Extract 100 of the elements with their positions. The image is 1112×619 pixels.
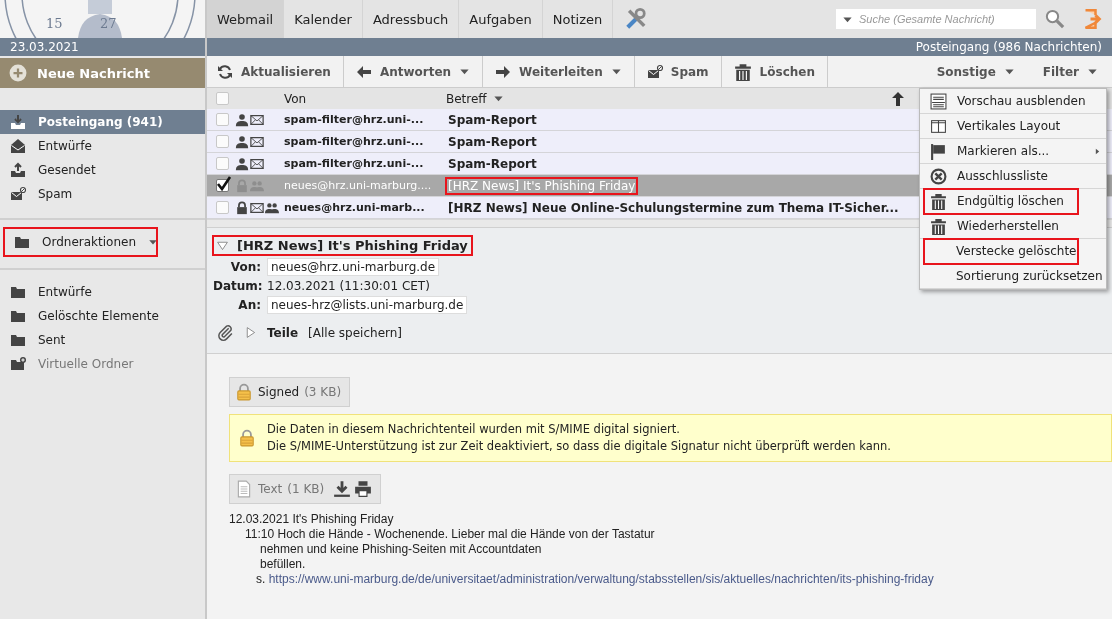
seal-number: 15 <box>46 16 63 31</box>
caret-icon <box>148 237 158 247</box>
folder-icon <box>10 332 26 348</box>
folder-actions-menu[interactable]: Ordneraktionen <box>4 228 157 256</box>
menu-item[interactable]: Endgültig löschen <box>924 189 1078 214</box>
text-part-header[interactable]: Text (1 KB) <box>229 474 382 504</box>
toolbar-button[interactable]: Weiterleiten <box>483 56 635 87</box>
refresh-icon <box>217 63 233 80</box>
sort-arrow-icon[interactable] <box>890 90 906 107</box>
parts-label: Teile <box>267 325 299 340</box>
body-text: 12.03.2021 It's Phishing Friday <box>229 512 395 527</box>
sender-text: spam-filter@hrz.uni-... <box>284 113 425 126</box>
folder-item[interactable]: Spam <box>0 182 205 206</box>
menu-item[interactable]: Vorschau ausblenden <box>920 89 1106 114</box>
search-field[interactable]: Suche (Gesamte Nachricht) <box>836 9 1036 29</box>
checkbox[interactable] <box>216 113 229 126</box>
signed-part-header[interactable]: Signed (3 KB) <box>229 377 351 407</box>
menu-item[interactable]: Verstecke gelöschte <box>924 239 1078 264</box>
sender-text: neues@hrz.uni-marburg.... <box>284 179 433 192</box>
body-text: 11:10 Hoch die Hände - Wochenende. Lieber mal die Hände von der Tastatur <box>244 527 656 542</box>
trash-icon <box>930 192 947 210</box>
triangle-icon[interactable] <box>216 239 229 252</box>
envelope-blocked-icon <box>646 63 663 80</box>
address-chip[interactable]: neues@hrz.uni-marburg.de <box>267 258 440 276</box>
download-icon[interactable] <box>333 480 352 498</box>
toolbar-button[interactable]: Aktualisieren <box>207 56 344 87</box>
search-icon[interactable] <box>1045 9 1065 29</box>
open-envelope-icon <box>10 138 26 154</box>
url-link[interactable]: https://www.uni-marburg.de/de/universitaet/administration/verwaltung/stabsstellen/sis/aktuelles/nachrichten/its-phishing-friday <box>268 572 934 586</box>
folder-plus-icon <box>10 356 26 372</box>
plus-icon <box>9 64 27 82</box>
menu-item[interactable]: Sortierung zurücksetzen <box>920 264 1106 289</box>
folder-item[interactable]: Posteingang (941) <box>0 110 205 134</box>
folder-item[interactable]: Gelöschte Elemente <box>0 304 205 328</box>
subject-text: Spam-Report <box>447 155 538 172</box>
trash-icon <box>930 217 947 235</box>
toolbar-button[interactable]: Spam <box>634 56 722 87</box>
submenu-arrow-icon <box>1093 147 1102 156</box>
field-label: Von: <box>229 260 261 274</box>
logout-icon[interactable] <box>1083 9 1103 29</box>
folder-item[interactable]: Entwürfe <box>0 134 205 158</box>
column-header[interactable]: Betreff <box>446 91 487 106</box>
document-icon <box>235 480 253 498</box>
menu-item[interactable]: Ausschlussliste <box>920 164 1106 189</box>
sender-text: neues@hrz.uni-marb... <box>284 201 426 214</box>
folder-item[interactable]: Sent <box>0 328 205 352</box>
mailbox-status: Posteingang (986 Nachrichten) <box>207 38 1112 56</box>
checkbox[interactable] <box>216 135 229 148</box>
toolbar-button[interactable]: Antworten <box>343 56 484 87</box>
checkbox[interactable] <box>216 201 229 214</box>
date-label: 23.03.2021 <box>0 38 205 56</box>
paperclip-icon <box>217 324 234 341</box>
column-header[interactable]: Von <box>284 91 307 106</box>
notice-text: Die Daten in diesem Nachrichtenteil wurden mit S/MIME digital signiert. <box>267 421 681 438</box>
notice-text: Die S/MIME-Unterstützung ist zur Zeit deaktiviert, so dass die digitale Signatur nicht überprüft werden kann. <box>267 438 891 455</box>
checkbox[interactable] <box>216 157 229 170</box>
printer-icon[interactable] <box>354 480 373 498</box>
preview-pane-icon <box>930 92 947 110</box>
body-text: s. <box>256 572 266 586</box>
subject-text: Spam-Report <box>447 111 538 128</box>
seal-number: 27 <box>100 16 117 31</box>
field-value: 12.03.2021 (11:30:01 CET) <box>267 279 430 293</box>
folder-item[interactable]: Gesendet <box>0 158 205 182</box>
subject-text: [HRZ News] Neue Online-Schulungstermine zum Thema IT-Sicher... <box>447 199 900 216</box>
caret-icon <box>1003 66 1015 77</box>
toolbar-button[interactable]: Sonstige <box>922 56 1029 87</box>
caret-icon <box>492 93 504 104</box>
triangle-icon[interactable] <box>244 326 257 339</box>
folder-icon <box>10 308 26 324</box>
columns-icon <box>930 117 947 135</box>
message-subject: [HRZ News] It's Phishing Friday <box>213 236 472 255</box>
toolbar-button[interactable]: Filter <box>1028 56 1112 87</box>
caret-icon <box>1087 66 1098 77</box>
checkbox[interactable] <box>216 179 229 192</box>
padlock-icon <box>238 429 256 447</box>
folder-icon <box>10 284 26 300</box>
flag-icon <box>930 142 947 160</box>
padlock-icon <box>235 383 253 401</box>
menu-item[interactable]: Vertikales Layout <box>920 114 1106 139</box>
save-all-link[interactable]: [Alle speichern] <box>308 325 403 340</box>
toolbar-button[interactable]: Löschen <box>721 56 828 87</box>
address-chip[interactable]: neues-hrz@lists.uni-marburg.de <box>267 296 468 314</box>
arrow-right-icon <box>495 63 512 80</box>
folder-item[interactable]: Entwürfe <box>0 280 205 304</box>
menu-item[interactable]: Markieren als... <box>920 139 1106 164</box>
menu-item[interactable]: Wiederherstellen <box>920 214 1106 239</box>
body-text: nehmen und keine Phishing-Seiten mit Accountdaten <box>259 542 543 557</box>
envelope-blocked-icon <box>10 186 26 202</box>
x-circle-icon <box>930 167 947 185</box>
nav-tab[interactable]: Webmail <box>207 0 285 38</box>
tools-icon[interactable] <box>625 8 648 30</box>
body-text: befüllen. <box>259 557 307 572</box>
sender-text: spam-filter@hrz.uni-... <box>284 135 425 148</box>
subject-text: [HRZ News] It's Phishing Friday <box>446 177 638 194</box>
sender-text: spam-filter@hrz.uni-... <box>284 157 425 170</box>
field-label: Datum: <box>213 279 261 293</box>
folder-icon <box>14 234 30 250</box>
inbox-icon <box>10 114 26 130</box>
select-all-checkbox[interactable] <box>216 92 229 105</box>
field-label: An: <box>237 298 261 312</box>
